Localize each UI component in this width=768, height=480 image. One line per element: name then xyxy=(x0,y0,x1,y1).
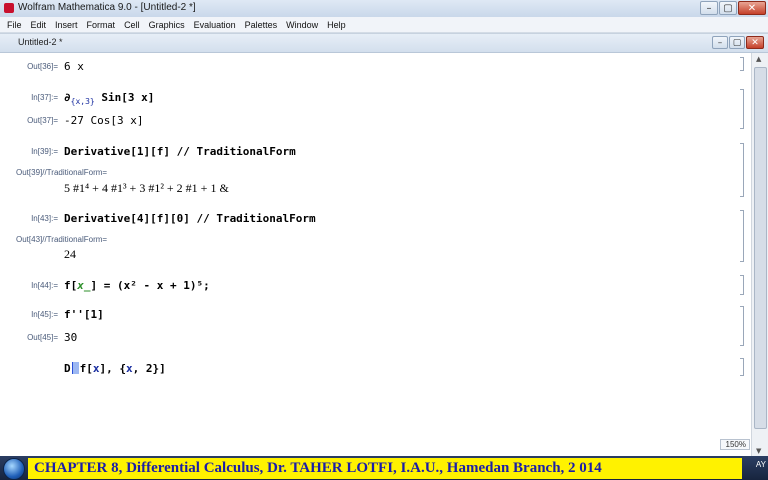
in43-content[interactable]: Derivative[4][f][0] // TraditionalForm xyxy=(64,212,316,225)
menu-bar: File Edit Insert Format Cell Graphics Ev… xyxy=(0,17,768,33)
menu-cell[interactable]: Cell xyxy=(120,20,145,30)
partial-derivative-symbol: ∂ xyxy=(64,91,71,104)
tray-text: AY xyxy=(755,460,766,469)
input-var-2: x xyxy=(126,362,133,375)
notebook-close-button[interactable]: ✕ xyxy=(746,36,764,49)
in45-label: In[45]:= xyxy=(31,310,58,319)
in44-label: In[44]:= xyxy=(31,281,58,290)
out43-content[interactable]: 24 xyxy=(64,247,76,262)
input-body: f[ xyxy=(79,362,93,375)
out45-label: Out[45]= xyxy=(27,333,58,342)
input-end: , 2}] xyxy=(132,362,166,375)
in44-rest: ] = (x² - x + 1)⁵; xyxy=(90,279,210,292)
in44-content[interactable]: f[x_] = (x² - x + 1)⁵; xyxy=(64,279,210,292)
out43-label: Out[43]//TraditionalForm= xyxy=(16,235,108,244)
scroll-down-icon[interactable]: ▼ xyxy=(756,447,761,455)
in43-label: In[43]:= xyxy=(31,214,58,223)
notebook-minimize-button[interactable]: – xyxy=(712,36,728,49)
start-button-icon[interactable] xyxy=(3,458,25,480)
menu-insert[interactable]: Insert xyxy=(51,20,83,30)
input-var-1: x xyxy=(92,362,100,375)
app-title: Wolfram Mathematica 9.0 - [Untitled-2 *] xyxy=(18,2,196,13)
notebook-window-controls: – ▢ ✕ xyxy=(712,36,764,49)
notebook-title-bar: Untitled-2 * – ▢ ✕ xyxy=(0,34,768,53)
input-mid: ], { xyxy=(99,362,127,375)
out36-content[interactable]: 6 x xyxy=(64,60,84,73)
close-button[interactable]: ✕ xyxy=(738,1,766,15)
text-cursor xyxy=(71,362,79,374)
notebook-window: Untitled-2 * – ▢ ✕ Out[36]= 6 x In[37]:=… xyxy=(0,33,768,457)
out45-content[interactable]: 30 xyxy=(64,331,77,344)
in37-label: In[37]:= xyxy=(31,93,58,102)
menu-format[interactable]: Format xyxy=(83,20,121,30)
menu-edit[interactable]: Edit xyxy=(27,20,52,30)
scroll-up-icon[interactable]: ▲ xyxy=(756,55,761,63)
cell-bracket[interactable] xyxy=(740,306,744,346)
input-head: D xyxy=(64,362,71,375)
in39-content[interactable]: Derivative[1][f] // TraditionalForm xyxy=(64,145,296,158)
partial-subscript: {x,3} xyxy=(70,97,95,106)
cell-bracket[interactable] xyxy=(740,57,744,71)
menu-evaluation[interactable]: Evaluation xyxy=(190,20,241,30)
cell-bracket[interactable] xyxy=(740,275,744,295)
out37-content[interactable]: -27 Cos[3 x] xyxy=(64,114,143,127)
zoom-level[interactable]: 150% xyxy=(726,440,746,449)
menu-palettes[interactable]: Palettes xyxy=(241,20,283,30)
notebook-title: Untitled-2 * xyxy=(18,37,63,47)
cell-bracket[interactable] xyxy=(740,210,744,262)
menu-file[interactable]: File xyxy=(0,20,27,30)
menu-graphics[interactable]: Graphics xyxy=(145,20,190,30)
cell-bracket[interactable] xyxy=(740,358,744,376)
in39-label: In[39]:= xyxy=(31,147,58,156)
out37-label: Out[37]= xyxy=(27,116,58,125)
minimize-button[interactable]: – xyxy=(700,1,718,15)
cell-bracket[interactable] xyxy=(740,89,744,129)
cell-bracket[interactable] xyxy=(740,143,744,197)
maximize-button[interactable]: ▢ xyxy=(719,1,737,15)
notebook-restore-button[interactable]: ▢ xyxy=(729,36,745,49)
lecture-caption: CHAPTER 8, Differential Calculus, Dr. TA… xyxy=(28,458,742,479)
scrollbar-thumb[interactable] xyxy=(754,67,767,429)
mathematica-logo-icon xyxy=(4,3,14,13)
menu-window[interactable]: Window xyxy=(282,20,323,30)
menu-help[interactable]: Help xyxy=(323,20,351,30)
in44-pattern-arg: x_ xyxy=(77,279,91,292)
vertical-scrollbar[interactable]: ▲ ▼ xyxy=(751,53,768,457)
in44-head: f[ xyxy=(64,279,78,292)
notebook-content[interactable]: Out[36]= 6 x In[37]:= ∂{x,3} Sin[3 x] Ou… xyxy=(0,53,750,457)
out39-label: Out[39]//TraditionalForm= xyxy=(16,168,108,177)
in37-expression: Sin[3 x] xyxy=(101,91,155,104)
out39-content[interactable]: 5 #1⁴ + 4 #1³ + 3 #1² + 2 #1 + 1 & xyxy=(64,181,229,196)
out36-label: Out[36]= xyxy=(27,62,58,71)
in37-content[interactable]: ∂{x,3} Sin[3 x] xyxy=(64,91,154,106)
current-input[interactable]: Df[x], {x, 2}] xyxy=(64,362,166,375)
in45-content[interactable]: f''[1] xyxy=(64,308,104,321)
app-title-bar: Wolfram Mathematica 9.0 - [Untitled-2 *]… xyxy=(0,0,768,18)
app-window-controls: – ▢ ✕ xyxy=(700,1,766,16)
